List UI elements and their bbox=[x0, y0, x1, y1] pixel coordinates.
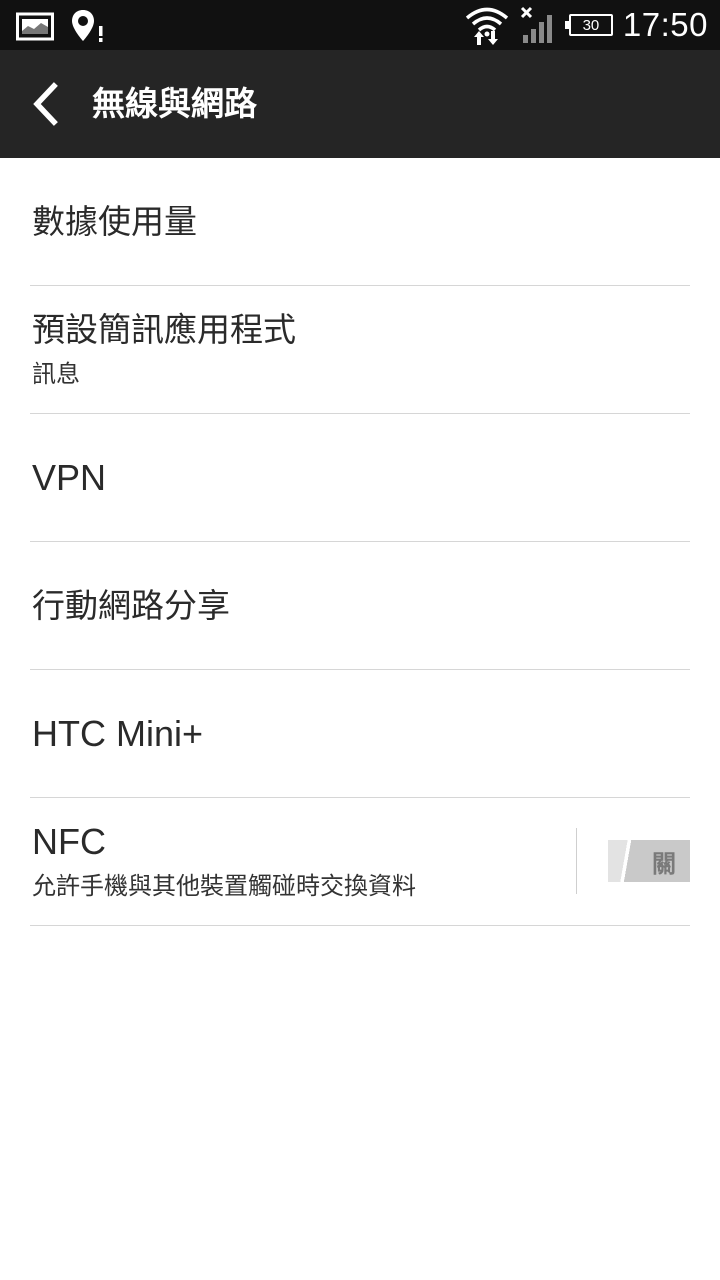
settings-list: 數據使用量 預設簡訊應用程式 訊息 VPN 行動網路分享 HTC Mini+ N… bbox=[30, 158, 690, 926]
action-bar: 無線與網路 bbox=[0, 50, 720, 158]
list-item-title: 數據使用量 bbox=[32, 202, 197, 241]
list-item-subtitle: 訊息 bbox=[32, 360, 80, 388]
list-item-vpn[interactable]: VPN bbox=[30, 414, 690, 542]
vertical-divider bbox=[576, 828, 577, 894]
list-item-title: 行動網路分享 bbox=[32, 586, 230, 625]
gallery-icon bbox=[16, 12, 54, 41]
battery-level: 30 bbox=[582, 16, 600, 34]
battery-icon: 30 bbox=[564, 14, 613, 36]
location-alert-icon bbox=[72, 10, 103, 42]
list-item-title: 預設簡訊應用程式 bbox=[32, 310, 296, 349]
back-chevron-icon[interactable] bbox=[28, 82, 68, 126]
list-item-title: HTC Mini+ bbox=[32, 713, 204, 754]
list-item-nfc[interactable]: NFC 允許手機與其他裝置觸碰時交換資料 關 bbox=[30, 798, 690, 926]
status-bar: 30 17:50 bbox=[0, 0, 720, 50]
list-item-default-sms-app[interactable]: 預設簡訊應用程式 訊息 bbox=[30, 286, 690, 414]
list-item-htc-mini[interactable]: HTC Mini+ bbox=[30, 670, 690, 798]
list-item-title: VPN bbox=[32, 457, 107, 498]
status-right-icons: 30 17:50 bbox=[465, 0, 708, 50]
page-title: 無線與網路 bbox=[92, 84, 257, 123]
list-item-data-usage[interactable]: 數據使用量 bbox=[30, 158, 690, 286]
nfc-toggle[interactable]: 關 bbox=[608, 840, 690, 882]
signal-no-service-icon bbox=[520, 6, 552, 43]
clock: 17:50 bbox=[622, 6, 708, 43]
list-item-title: NFC bbox=[32, 821, 106, 862]
status-left-icons bbox=[16, 8, 106, 44]
list-item-subtitle: 允許手機與其他裝置觸碰時交換資料 bbox=[32, 872, 416, 900]
list-item-tethering[interactable]: 行動網路分享 bbox=[30, 542, 690, 670]
wifi-icon bbox=[465, 7, 509, 45]
toggle-label: 關 bbox=[652, 849, 676, 878]
